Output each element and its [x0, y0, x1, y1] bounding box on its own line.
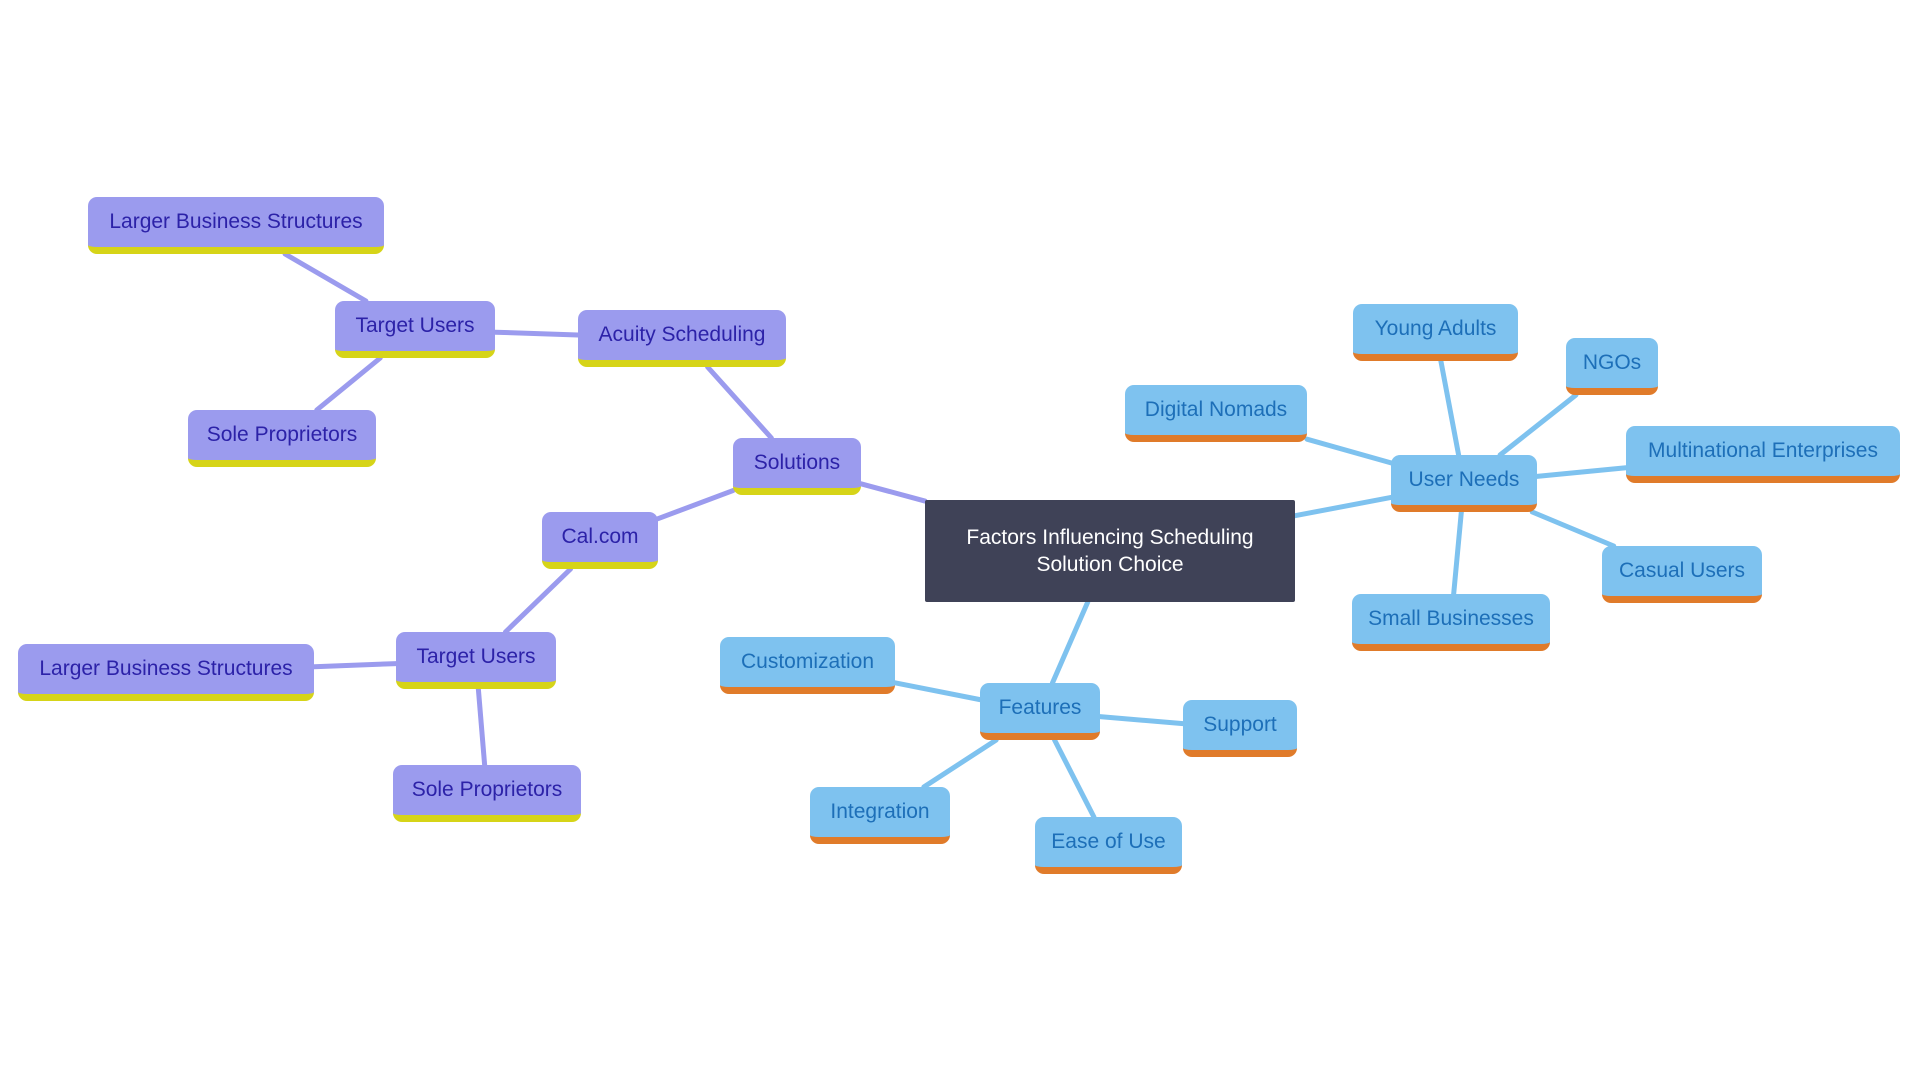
mindmap-node-label: Casual Users — [1618, 558, 1746, 582]
mindmap-edge-acuity-scheduling-to-target-users-acuity — [492, 329, 581, 338]
mindmap-edge-root-to-user-needs — [1292, 494, 1394, 519]
mindmap-node-label: Small Businesses — [1368, 606, 1534, 630]
mindmap-edge-target-users-acuity-to-sole-proprietors-acuity — [314, 355, 383, 413]
mindmap-node-label: Integration — [830, 799, 930, 823]
mindmap-edge-solutions-to-acuity-scheduling — [705, 364, 774, 441]
mindmap-node-casual-users[interactable]: Casual Users — [1602, 546, 1762, 603]
mindmap-edge-root-to-solutions — [858, 481, 928, 504]
mindmap-node-label: Target Users — [355, 313, 475, 337]
mindmap-node-label: Factors Influencing Scheduling Solution … — [966, 525, 1254, 576]
mindmap-edge-features-to-integration — [921, 737, 999, 790]
mindmap-node-label: Young Adults — [1374, 316, 1497, 340]
mindmap-node-label: Larger Business Structures — [39, 656, 293, 680]
mindmap-node-support[interactable]: Support — [1183, 700, 1297, 757]
mindmap-node-sole-proprietors-acuity[interactable]: Sole Proprietors — [188, 410, 376, 467]
mindmap-edge-root-to-features — [1049, 599, 1091, 686]
mindmap-node-label: NGOs — [1582, 350, 1642, 374]
mindmap-node-ngos[interactable]: NGOs — [1566, 338, 1658, 395]
mindmap-node-label: Solutions — [753, 450, 841, 474]
mindmap-node-sole-proprietors-cal[interactable]: Sole Proprietors — [393, 765, 581, 822]
mindmap-node-customization[interactable]: Customization — [720, 637, 895, 694]
mindmap-edge-features-to-ease-of-use — [1052, 737, 1097, 820]
mindmap-node-label: Features — [998, 695, 1082, 719]
mindmap-edge-target-users-cal-to-sole-proprietors-cal — [475, 686, 488, 768]
mindmap-edge-user-needs-to-small-businesses — [1451, 509, 1464, 597]
mindmap-node-larger-business-structures-cal[interactable]: Larger Business Structures — [18, 644, 314, 701]
mindmap-node-solutions[interactable]: Solutions — [733, 438, 861, 495]
mindmap-node-label: Multinational Enterprises — [1648, 438, 1878, 462]
mindmap-edge-target-users-cal-to-larger-business-structures-cal — [311, 661, 399, 670]
mindmap-node-label: Acuity Scheduling — [598, 322, 766, 346]
mindmap-node-label: Cal.com — [561, 524, 639, 548]
mindmap-node-label: Sole Proprietors — [206, 422, 358, 446]
mindmap-node-label: User Needs — [1408, 467, 1520, 491]
mindmap-node-larger-business-structures-acuity[interactable]: Larger Business Structures — [88, 197, 384, 254]
mindmap-node-young-adults[interactable]: Young Adults — [1353, 304, 1518, 361]
mindmap-node-user-needs[interactable]: User Needs — [1391, 455, 1537, 512]
mindmap-edge-user-needs-to-ngos — [1497, 392, 1579, 458]
mindmap-edge-user-needs-to-casual-users — [1529, 509, 1617, 549]
mindmap-edge-user-needs-to-multinational-enterprises — [1534, 465, 1629, 479]
mindmap-node-label: Support — [1203, 712, 1277, 736]
mindmap-edge-solutions-to-cal-com — [655, 488, 736, 522]
mindmap-edge-cal-com-to-target-users-cal — [502, 566, 574, 635]
mindmap-node-label: Target Users — [416, 644, 536, 668]
mindmap-node-target-users-acuity[interactable]: Target Users — [335, 301, 495, 358]
mindmap-node-multinational-enterprises[interactable]: Multinational Enterprises — [1626, 426, 1900, 483]
mindmap-node-label: Digital Nomads — [1144, 397, 1288, 421]
mindmap-node-root[interactable]: Factors Influencing Scheduling Solution … — [925, 500, 1295, 602]
mindmap-node-features[interactable]: Features — [980, 683, 1100, 740]
mindmap-edge-features-to-customization — [892, 680, 983, 703]
mindmap-node-label: Customization — [740, 649, 875, 673]
mindmap-edge-user-needs-to-young-adults — [1438, 358, 1462, 458]
mindmap-node-label: Ease of Use — [1051, 829, 1166, 853]
mindmap-edge-features-to-support — [1097, 714, 1186, 727]
mindmap-node-target-users-cal[interactable]: Target Users — [396, 632, 556, 689]
mindmap-canvas: Factors Influencing Scheduling Solution … — [0, 0, 1920, 1080]
mindmap-node-acuity-scheduling[interactable]: Acuity Scheduling — [578, 310, 786, 367]
mindmap-node-small-businesses[interactable]: Small Businesses — [1352, 594, 1550, 651]
mindmap-edge-target-users-acuity-to-larger-business-structures-acuity — [282, 251, 369, 304]
mindmap-node-label: Sole Proprietors — [411, 777, 563, 801]
mindmap-node-cal-com[interactable]: Cal.com — [542, 512, 658, 569]
mindmap-node-integration[interactable]: Integration — [810, 787, 950, 844]
mindmap-node-digital-nomads[interactable]: Digital Nomads — [1125, 385, 1307, 442]
mindmap-edge-user-needs-to-digital-nomads — [1304, 436, 1394, 466]
mindmap-node-label: Larger Business Structures — [109, 209, 363, 233]
mindmap-node-ease-of-use[interactable]: Ease of Use — [1035, 817, 1182, 874]
